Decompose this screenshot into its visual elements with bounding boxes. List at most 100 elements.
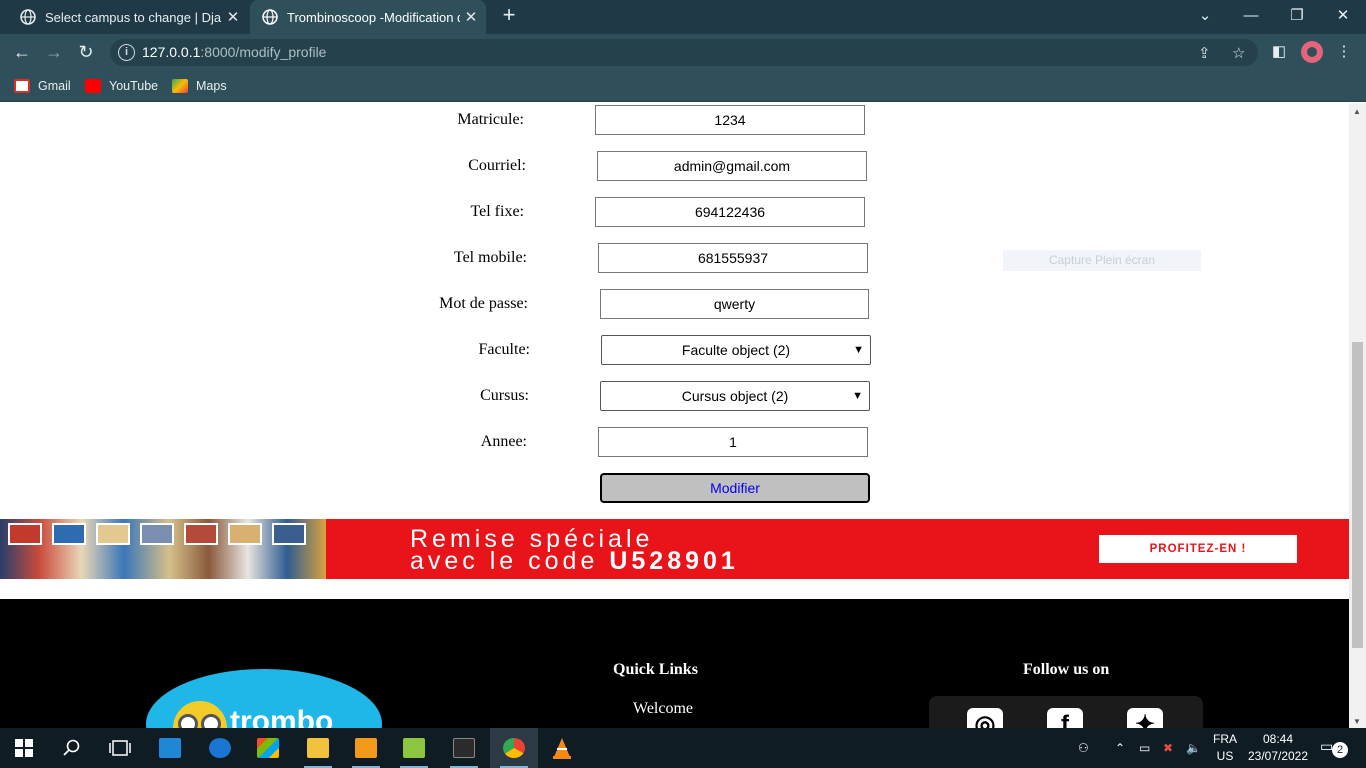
close-tab-icon[interactable]: ✕ <box>460 8 482 26</box>
store-icon <box>257 738 279 758</box>
bookmark-label: YouTube <box>109 79 159 93</box>
profile-avatar[interactable] <box>1301 41 1323 63</box>
terminal-icon <box>453 738 475 758</box>
taskbar-file-explorer[interactable] <box>294 728 342 768</box>
tab-trombinoscoop[interactable]: Trombinoscoop -Modification de ✕ <box>250 0 486 34</box>
globe-icon <box>20 9 36 25</box>
password-input[interactable]: qwerty <box>600 289 869 319</box>
notification-center-icon[interactable]: ▭ 2 <box>1320 738 1348 758</box>
side-panel-icon[interactable]: ◧ <box>1268 41 1290 63</box>
menu-kebab-icon[interactable]: ⋮ <box>1333 41 1355 63</box>
clock-time: 08:44 <box>1262 732 1294 746</box>
chevron-up-icon[interactable]: ⌃ <box>1115 728 1125 768</box>
taskbar-store[interactable] <box>244 728 292 768</box>
annee-input[interactable]: 1 <box>598 427 868 457</box>
trombinoscoop-logo[interactable]: trombo <box>146 669 382 728</box>
facebook-icon[interactable]: f <box>1047 708 1083 728</box>
taskbar-mail[interactable] <box>146 728 194 768</box>
reload-button[interactable]: ↻ <box>74 40 98 64</box>
taskbar-chrome[interactable] <box>490 728 538 768</box>
network-icon[interactable]: ✖ <box>1163 728 1173 768</box>
taskbar-terminal[interactable] <box>440 728 488 768</box>
tab-search-chevron-icon[interactable]: ⌄ <box>1182 0 1228 34</box>
youtube-icon <box>85 79 101 93</box>
faculte-label: Faculte: <box>478 341 530 358</box>
vlc-icon <box>553 738 571 759</box>
chrome-icon <box>503 738 525 758</box>
new-tab-button[interactable]: + <box>498 4 520 27</box>
capture-fullscreen-hint[interactable]: Capture Plein écran <box>1003 250 1201 271</box>
sublime-icon <box>355 738 377 758</box>
notepad-icon <box>403 738 425 758</box>
task-view-icon <box>109 740 131 756</box>
bookmark-maps[interactable]: Maps <box>172 77 227 95</box>
start-button[interactable] <box>0 728 48 768</box>
people-icon[interactable]: ⚇ <box>1078 728 1089 768</box>
modifier-button[interactable]: Modifier <box>600 473 870 503</box>
tab-title: Trombinoscoop -Modification de <box>287 9 460 25</box>
url-text: 127.0.0.1:8000/modify_profile <box>142 44 327 60</box>
instagram-icon[interactable]: ◎ <box>967 708 1003 728</box>
close-tab-icon[interactable]: ✕ <box>222 8 244 26</box>
promo-code: U528901 <box>609 547 739 575</box>
tel-fixe-label: Tel fixe: <box>470 203 524 220</box>
chevron-down-icon: ▼ <box>852 390 863 402</box>
welcome-link[interactable]: Welcome <box>633 700 693 718</box>
close-window-button[interactable]: ✕ <box>1320 0 1366 34</box>
social-links: ◎ f ✦ <box>929 696 1203 728</box>
quick-links-heading: Quick Links <box>613 661 698 678</box>
annee-label: Annee: <box>480 433 527 450</box>
globe-icon <box>262 9 278 25</box>
notification-badge: 2 <box>1332 742 1348 758</box>
share-icon[interactable]: ⇪ <box>1198 44 1211 62</box>
bookmark-youtube[interactable]: YouTube <box>85 77 158 95</box>
bookmark-star-icon[interactable]: ☆ <box>1232 44 1245 62</box>
tel-mobile-label: Tel mobile: <box>453 249 527 266</box>
volume-icon[interactable]: 🔈 <box>1186 728 1201 768</box>
tel-mobile-input[interactable]: 681555937 <box>598 243 868 273</box>
cursus-select[interactable]: Cursus object (2) ▼ <box>600 381 870 411</box>
password-label: Mot de passe: <box>439 295 528 312</box>
browser-tab-bar: Select campus to change | Djang ✕ Trombi… <box>0 0 1366 34</box>
email-field[interactable]: admin@gmail.com <box>597 151 867 181</box>
taskbar-vlc[interactable] <box>538 728 586 768</box>
scroll-down-icon[interactable]: ▼ <box>1353 717 1361 726</box>
scroll-up-icon[interactable]: ▲ <box>1353 107 1361 116</box>
tel-fixe-input[interactable]: 694122436 <box>595 197 865 227</box>
language-indicator[interactable]: FRA US <box>1212 731 1238 765</box>
task-view-button[interactable] <box>96 728 144 768</box>
back-button[interactable]: ← <box>10 40 34 64</box>
system-clock[interactable]: 08:44 23/07/2022 <box>1240 731 1316 765</box>
profitez-button[interactable]: PROFITEZ-EN ! <box>1099 535 1297 563</box>
search-icon <box>63 739 80 756</box>
logo-text: trombo <box>230 705 334 728</box>
address-bar[interactable]: i 127.0.0.1:8000/modify_profile ⇪ ☆ <box>110 39 1258 66</box>
matricule-input[interactable]: 1234 <box>595 105 865 135</box>
promo-banner[interactable]: Remise spéciale avec le code U528901 PRO… <box>0 519 1349 579</box>
taskbar-notepadpp[interactable] <box>390 728 438 768</box>
forward-button[interactable]: → <box>42 40 66 64</box>
chevron-down-icon: ▼ <box>853 344 864 356</box>
taskbar-sublime[interactable] <box>342 728 390 768</box>
taskbar-edge[interactable] <box>196 728 244 768</box>
restore-button[interactable]: ❐ <box>1274 0 1320 34</box>
battery-icon[interactable]: ▭ <box>1139 728 1150 768</box>
scrollbar-thumb[interactable] <box>1352 342 1363 648</box>
tab-django-admin[interactable]: Select campus to change | Djang ✕ <box>8 0 248 34</box>
twitter-icon[interactable]: ✦ <box>1127 708 1163 728</box>
windows-logo-icon <box>15 739 33 757</box>
travel-photos-image <box>0 519 326 579</box>
promo-line-2: avec le code U528901 <box>410 547 739 575</box>
minimize-button[interactable]: — <box>1228 0 1274 34</box>
cursus-selected-value: Cursus object (2) <box>681 388 789 404</box>
tab-title: Select campus to change | Djang <box>45 9 222 25</box>
minion-face-icon <box>173 701 227 728</box>
bookmark-gmail[interactable]: Gmail <box>14 77 71 95</box>
faculte-select[interactable]: Faculte object (2) ▼ <box>601 335 871 365</box>
folder-icon <box>307 738 329 758</box>
page-viewport: Matricule: 1234 Courriel: admin@gmail.co… <box>0 103 1349 728</box>
site-info-icon[interactable]: i <box>118 44 135 61</box>
page-scrollbar[interactable]: ▲ ▼ <box>1349 103 1366 728</box>
search-button[interactable] <box>48 728 96 768</box>
gmail-icon <box>14 79 30 93</box>
